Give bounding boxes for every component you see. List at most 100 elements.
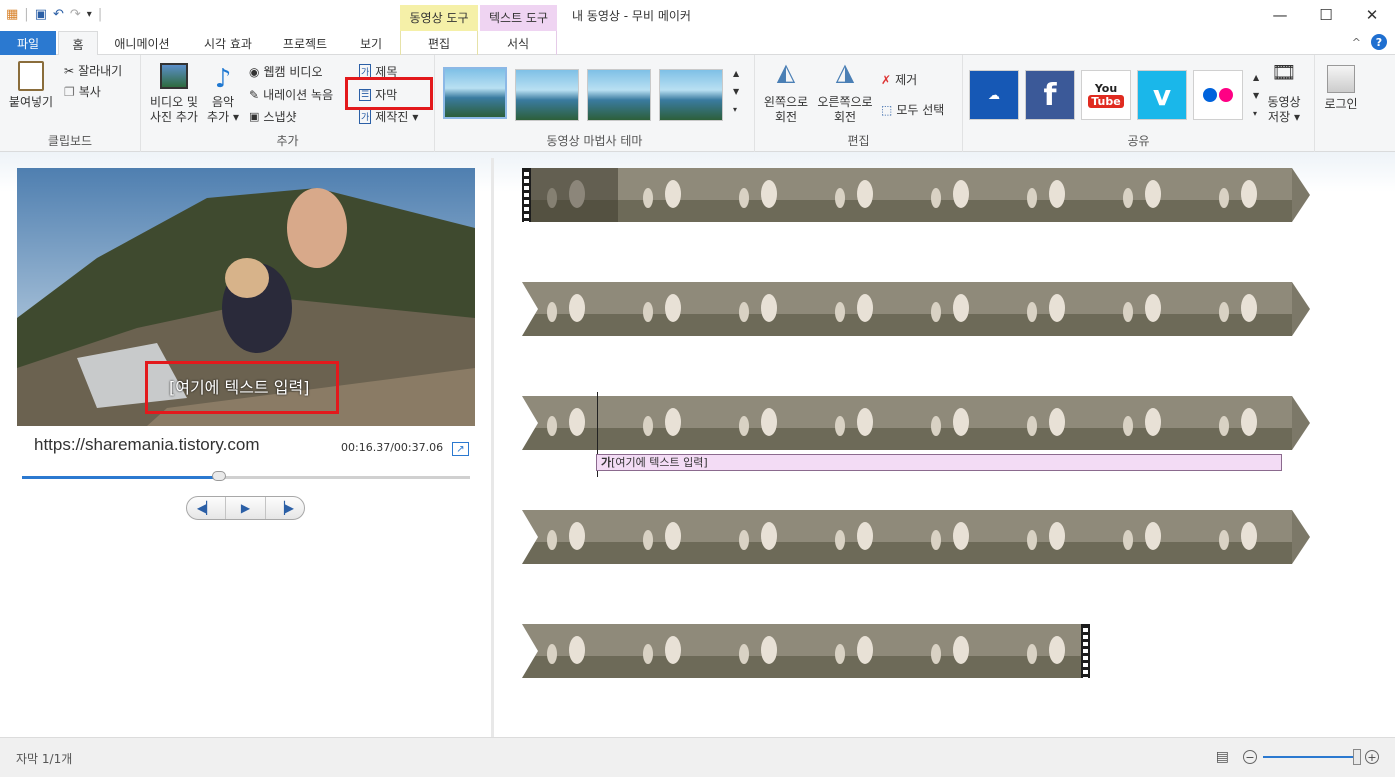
microphone-icon: ✎ [249, 87, 260, 102]
help-icon[interactable]: ? [1371, 34, 1387, 50]
share-scroll-icon[interactable]: ▲ ▼ ▾ [1253, 69, 1259, 123]
snapshot-button[interactable]: ▣ 스냅샷 [249, 108, 297, 125]
theme-scroll-up-icon[interactable]: ▲ [733, 69, 739, 78]
sign-in-button[interactable]: 로그인 [1319, 65, 1363, 112]
tab-file[interactable]: 파일 [0, 31, 56, 55]
rotate-right-icon: ◮ [835, 58, 855, 86]
add-video-photo-label-2: 사진 추가 [150, 110, 198, 124]
maximize-button[interactable]: ☐ [1303, 0, 1349, 30]
zoom-slider-thumb[interactable] [1353, 749, 1361, 765]
theme-more-icon[interactable]: ▾ [733, 105, 737, 114]
theme-thumbnail-2[interactable] [515, 69, 579, 121]
theme-scroll-down-icon[interactable]: ▼ [733, 87, 739, 96]
paste-label: 붙여넣기 [8, 95, 54, 109]
tab-animation[interactable]: 애니메이션 [102, 31, 182, 55]
sign-in-label: 로그인 [1324, 97, 1358, 111]
pane-divider[interactable] [491, 158, 494, 738]
credits-button[interactable]: 가 제작진 ▾ [359, 108, 418, 125]
rotate-right-label-1: 오른쪽으로 [817, 95, 873, 109]
seek-bar[interactable] [22, 471, 470, 481]
redo-icon[interactable]: ↷ [70, 6, 81, 24]
timeline-clip-row-1[interactable] [522, 168, 1310, 222]
tab-edit[interactable]: 편집 [400, 31, 478, 55]
source-url-text: https://sharemania.tistory.com [34, 435, 260, 454]
youtube-icon[interactable]: You Tube [1081, 70, 1131, 120]
music-note-icon: ♪ [214, 64, 232, 94]
previous-frame-button[interactable]: ◀▏ [187, 497, 227, 519]
status-bar: 자막 1/1개 ▤ − + [0, 737, 1395, 777]
collapse-ribbon-icon[interactable]: ^ [1352, 36, 1361, 49]
rotate-right-button[interactable]: ◮ 오른쪽으로 회전 [813, 58, 877, 125]
next-frame-button[interactable]: ▕▶ [266, 497, 304, 519]
webcam-icon: ◉ [249, 64, 260, 79]
vimeo-icon[interactable]: v [1137, 70, 1187, 120]
tab-visual-effects[interactable]: 시각 효과 [190, 31, 266, 55]
ribbon-controls: ^ ? [1352, 34, 1387, 50]
seek-bar-thumb[interactable] [212, 471, 227, 481]
tab-project[interactable]: 프로젝트 [272, 31, 338, 55]
clip-thumbnails-row-1 [522, 168, 1310, 222]
add-music-button[interactable]: ♪ 음악 추가 ▾ [205, 63, 241, 125]
zoom-in-icon[interactable]: + [1365, 750, 1379, 764]
timeline-clip-row-2[interactable] [522, 282, 1310, 336]
clipboard-group-label: 클립보드 [47, 134, 93, 148]
play-button[interactable]: ▶ [226, 497, 266, 519]
rotate-right-label-2: 회전 [833, 110, 857, 124]
save-movie-button[interactable]: 🎞 동영상 저장 ▾ [1263, 62, 1305, 125]
caption-track-item[interactable]: 가[여기에 텍스트 입력] [596, 454, 1282, 471]
zoom-slider[interactable] [1263, 749, 1361, 765]
record-narration-button[interactable]: ✎ 내레이션 녹음 [249, 86, 333, 103]
narration-label: 내레이션 녹음 [263, 88, 334, 102]
add-video-photo-button[interactable]: 비디오 및 사진 추가 [145, 63, 203, 125]
remove-button[interactable]: ✗ 제거 [881, 71, 917, 88]
copy-label: 복사 [78, 85, 101, 99]
ribbon: 붙여넣기 ✂ 잘라내기 ❐ 복사 클립보드 비디오 및 사진 추가 ♪ 음악 추… [0, 55, 1395, 152]
quick-access-toolbar: ▦ | ▣ ↶ ↷ ▾ | [6, 6, 103, 24]
timeline-clip-row-5[interactable] [522, 624, 1102, 678]
ribbon-tabs: 파일 홈 애니메이션 시각 효과 프로젝트 보기 편집 서식 ^ ? [0, 31, 1395, 56]
theme-thumbnail-4[interactable] [659, 69, 723, 121]
rotate-left-button[interactable]: ◭ 왼쪽으로 회전 [759, 60, 813, 125]
add-video-photo-label-1: 비디오 및 [150, 95, 198, 109]
zoom-out-icon[interactable]: − [1243, 750, 1257, 764]
customize-dropdown-icon[interactable]: ▾ [87, 6, 92, 24]
copy-icon: ❐ [64, 84, 75, 99]
select-all-button[interactable]: ⬚ 모두 선택 [881, 101, 944, 118]
tab-view[interactable]: 보기 [346, 31, 396, 55]
flickr-icon[interactable] [1193, 70, 1243, 120]
tab-home[interactable]: 홈 [58, 31, 98, 56]
select-all-icon: ⬚ [881, 102, 893, 117]
expand-preview-icon[interactable]: ↗ [452, 442, 469, 456]
clip-thumbnails-row-4 [522, 510, 1310, 564]
editing-group-label: 편집 [847, 134, 870, 148]
storyboard-view-icon[interactable]: ▤ [1216, 749, 1229, 765]
caption-count-status: 자막 1/1개 [16, 752, 73, 766]
playback-time: 00:16.37/00:37.06 [341, 441, 444, 454]
caption-highlight-box [345, 77, 433, 110]
onedrive-icon[interactable]: ☁ [969, 70, 1019, 120]
remove-label: 제거 [895, 73, 918, 87]
save-movie-label-2-wrap: 저장 ▾ [1268, 110, 1300, 124]
undo-icon[interactable]: ↶ [53, 6, 64, 24]
minimize-button[interactable]: — [1257, 0, 1303, 30]
add-group: 비디오 및 사진 추가 ♪ 음악 추가 ▾ ◉ 웹캠 비디오 ✎ 내레이션 녹음… [141, 55, 435, 152]
theme-thumbnail-3[interactable] [587, 69, 651, 121]
cut-label: 잘라내기 [78, 64, 123, 78]
timeline-clip-row-3[interactable] [522, 396, 1310, 450]
caption-track-text: [여기에 텍스트 입력] [611, 456, 708, 469]
cut-button[interactable]: ✂ 잘라내기 [64, 62, 122, 79]
playback-controls: ◀▏ ▶ ▕▶ [186, 496, 305, 520]
tab-format[interactable]: 서식 [480, 31, 557, 55]
share-group: ☁ f You Tube v ▲ ▼ ▾ 🎞 동영상 저장 ▾ 공유 [963, 55, 1315, 152]
webcam-video-button[interactable]: ◉ 웹캠 비디오 [249, 63, 323, 80]
save-icon[interactable]: ▣ [35, 6, 47, 24]
video-tools-context-tab: 동영상 도구 [400, 5, 478, 31]
close-button[interactable]: ✕ [1349, 0, 1395, 30]
facebook-icon[interactable]: f [1025, 70, 1075, 120]
copy-button[interactable]: ❐ 복사 [64, 83, 101, 100]
add-group-label: 추가 [276, 134, 299, 148]
paste-button[interactable]: 붙여넣기 [6, 61, 56, 110]
theme-thumbnail-1[interactable] [443, 67, 507, 119]
timeline-clip-row-4[interactable] [522, 510, 1310, 564]
app-icon[interactable]: ▦ [6, 6, 18, 24]
